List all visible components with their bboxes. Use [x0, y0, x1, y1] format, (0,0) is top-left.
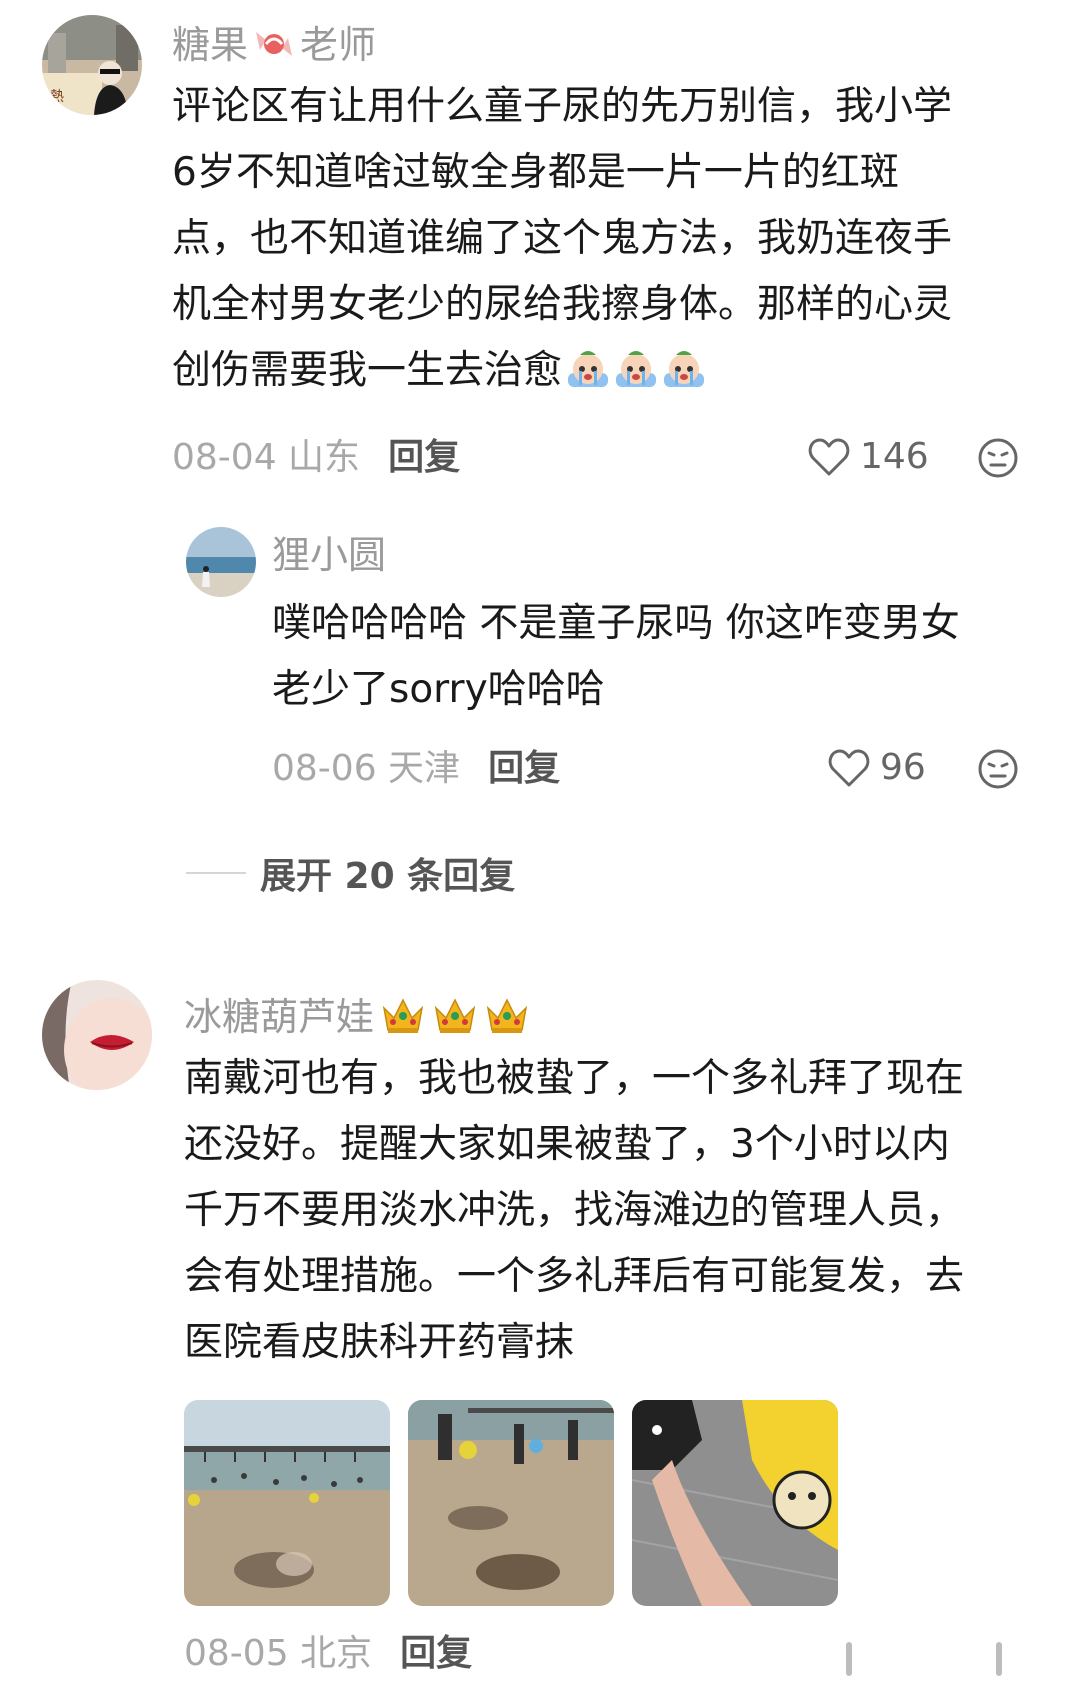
comment-username[interactable]: 冰糖葫芦娃: [184, 994, 530, 1036]
reply-button[interactable]: 回复: [488, 748, 560, 789]
crying-face-emoji: [614, 346, 658, 390]
like-button[interactable]: 146: [808, 436, 929, 477]
comment-text: 评论区有让用什么童子尿的先万别信，我小学 6岁不知道啥过敏全身都是一片一片的红斑…: [172, 74, 972, 404]
text-line: 机全村男女老少的尿给我擦身体。那样的心灵: [172, 282, 953, 327]
expand-label: 展开 20 条回复: [260, 856, 516, 897]
text-line: 6岁不知道啥过敏全身都是一片一片的红斑: [172, 150, 899, 195]
avatar[interactable]: 熱: [42, 15, 142, 115]
text-line: 医院看皮肤科开药膏抹: [184, 1320, 575, 1365]
reply-avatar[interactable]: [186, 527, 256, 597]
photo-thumbnail-leg-injury[interactable]: [632, 1400, 838, 1606]
like-count: 96: [880, 747, 926, 788]
text-line: 南戴河也有，我也被蛰了，一个多礼拜了现在: [184, 1056, 965, 1101]
username-text: 糖果: [172, 23, 249, 67]
text-line: 点，也不知道谁编了这个鬼方法，我奶连夜手: [172, 216, 953, 261]
text-line: 噗哈哈哈哈 不是童子尿吗 你这咋变男女: [272, 601, 960, 646]
divider-line: [186, 872, 246, 874]
crying-face-emoji: [662, 346, 706, 390]
reply-text: 噗哈哈哈哈 不是童子尿吗 你这咋变男女 老少了sorry哈哈哈: [272, 591, 992, 723]
like-count: 146: [860, 436, 929, 477]
scroll-indicator: [846, 1642, 852, 1676]
crown-icon: [380, 994, 426, 1036]
heart-outline-icon: [808, 438, 850, 475]
comment-text: 南戴河也有，我也被蛰了，一个多礼拜了现在 还没好。提醒大家如果被蛰了，3个小时以…: [184, 1046, 984, 1376]
comment-username[interactable]: 糖果 老师: [172, 24, 376, 70]
text-line: 创伤需要我一生去治愈: [172, 338, 972, 404]
comment-meta: 08-05 北京 回复: [184, 1636, 472, 1672]
reply-username[interactable]: 狸小圆: [272, 536, 386, 574]
avatar[interactable]: [42, 980, 152, 1090]
text-line: 会有处理措施。一个多礼拜后有可能复发，去: [184, 1254, 965, 1299]
reply-meta: 08-06 天津 回复: [272, 751, 560, 787]
comment-meta: 08-04 山东 回复: [172, 440, 460, 476]
photo-thumbnail-jellyfish-shore[interactable]: [408, 1400, 614, 1606]
username-text: 冰糖葫芦娃: [184, 995, 375, 1039]
crown-icon: [432, 994, 478, 1036]
date-location: 08-04 山东: [172, 437, 361, 478]
scroll-indicator: [996, 1642, 1002, 1676]
text-line-content: 创伤需要我一生去治愈: [172, 348, 563, 393]
crown-icon: [484, 994, 530, 1036]
svg-text:熱: 熱: [50, 89, 64, 105]
date-location: 08-06 天津: [272, 748, 461, 789]
neutral-face-icon: [978, 749, 1018, 789]
heart-outline-icon: [828, 749, 870, 786]
text-line: 评论区有让用什么童子尿的先万别信，我小学: [172, 84, 953, 129]
neutral-face-icon: [978, 438, 1018, 478]
dislike-button[interactable]: [977, 748, 1019, 794]
candy-icon: [252, 24, 296, 70]
dislike-button[interactable]: [977, 437, 1019, 483]
text-line: 千万不要用淡水冲洗，找海滩边的管理人员，: [184, 1188, 965, 1233]
date-location: 08-05 北京: [184, 1633, 373, 1674]
username-suffix: 老师: [300, 23, 377, 67]
like-button[interactable]: 96: [828, 747, 926, 788]
photo-thumbnail-beach-pier[interactable]: [184, 1400, 390, 1606]
text-line: 还没好。提醒大家如果被蛰了，3个小时以内: [184, 1122, 950, 1167]
text-line: 老少了sorry哈哈哈: [272, 667, 605, 712]
reply-button[interactable]: 回复: [388, 437, 460, 478]
crying-face-emoji: [566, 346, 610, 390]
reply-button[interactable]: 回复: [400, 1633, 472, 1674]
expand-replies-button[interactable]: 展开 20 条回复: [186, 847, 515, 899]
